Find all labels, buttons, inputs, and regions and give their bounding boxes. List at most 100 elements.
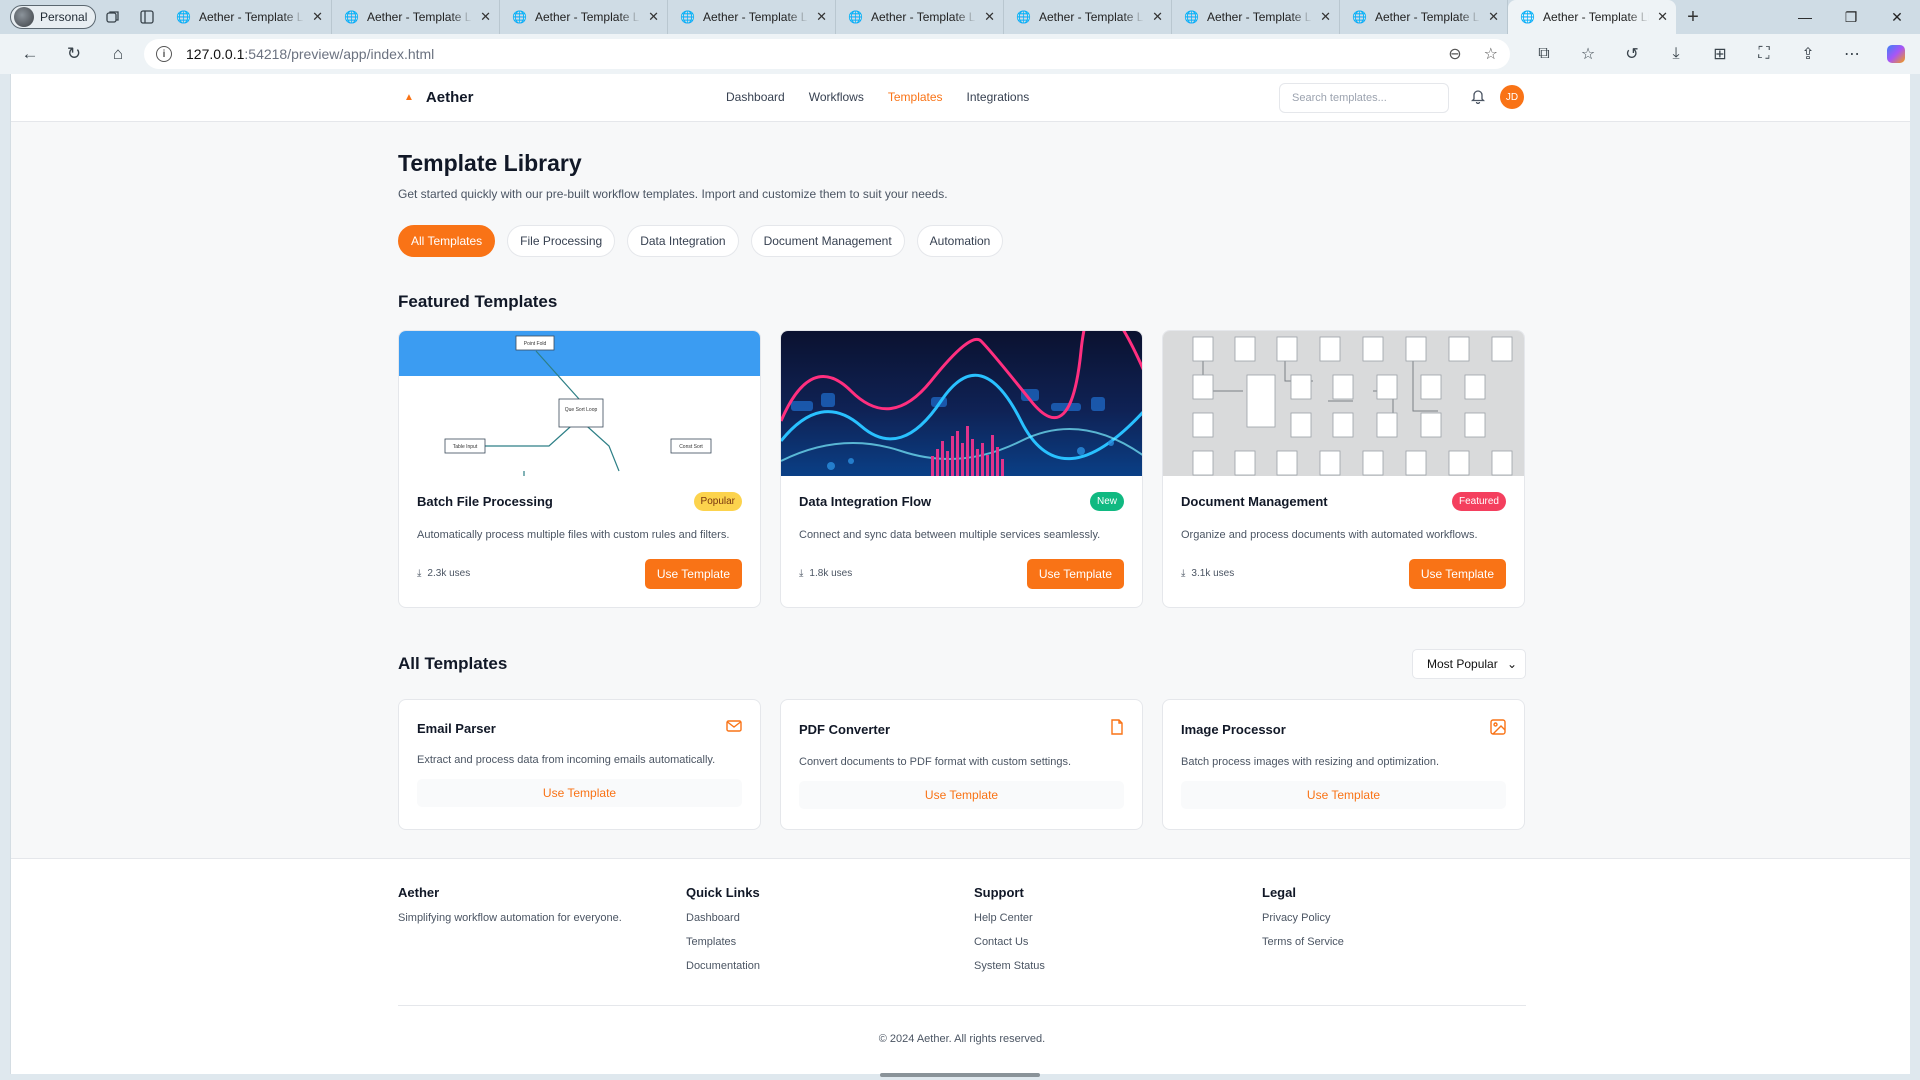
featured-card[interactable]: Document Management Featured Organize an… <box>1162 330 1525 608</box>
browser-tab[interactable]: 🌐 Aether - Template Library ✕ <box>1340 0 1508 34</box>
profile-button[interactable]: Personal <box>10 5 96 29</box>
extensions-icon[interactable]: ⧉ <box>1522 45 1566 63</box>
avatar[interactable]: JD <box>1500 85 1524 109</box>
globe-icon: 🌐 <box>1184 10 1199 24</box>
browser-tab[interactable]: 🌐 Aether - Template Library ✕ <box>1004 0 1172 34</box>
share-icon[interactable]: ⇪ <box>1786 44 1830 64</box>
card-title: Email Parser <box>417 720 496 736</box>
use-template-button[interactable]: Use Template <box>1408 558 1506 589</box>
workspaces-icon[interactable] <box>96 0 130 34</box>
filter-file-processing[interactable]: File Processing <box>507 225 616 257</box>
featured-card[interactable]: Data Integration Flow New Connect and sy… <box>780 330 1143 608</box>
card-title: Document Management <box>1181 494 1328 509</box>
filter-all-templates[interactable]: All Templates <box>398 225 496 257</box>
home-icon[interactable]: ⌂ <box>96 34 140 74</box>
filter-data-integration[interactable]: Data Integration <box>627 225 739 257</box>
footer-link-privacy[interactable]: Privacy Policy <box>1262 912 1550 924</box>
close-tab-icon[interactable]: ✕ <box>816 9 827 25</box>
sort-select[interactable]: Most Popular ⌄ <box>1412 648 1526 679</box>
downloads-icon[interactable]: ⤓ <box>1654 45 1698 63</box>
close-tab-icon[interactable]: ✕ <box>480 9 491 25</box>
filter-document-management[interactable]: Document Management <box>750 225 905 257</box>
footer-divider <box>398 1005 1526 1006</box>
reload-icon[interactable]: ↻ <box>52 34 96 74</box>
footer-link-help-center[interactable]: Help Center <box>974 912 1262 924</box>
site-info-icon[interactable]: i <box>156 46 172 62</box>
filter-automation[interactable]: Automation <box>916 225 1004 257</box>
app-header: ▲ Aether Dashboard Workflows Templates I… <box>11 74 1910 122</box>
browser-tab[interactable]: 🌐 Aether - Template Library ✕ <box>668 0 836 34</box>
close-tab-icon[interactable]: ✕ <box>648 9 659 25</box>
browser-tab[interactable]: 🌐 Aether - Template Library ✕ <box>332 0 500 34</box>
favorites-icon[interactable]: ☆ <box>1566 44 1610 64</box>
tab-title: Aether - Template Library <box>702 10 808 24</box>
brand[interactable]: ▲ Aether <box>404 89 473 106</box>
more-icon[interactable]: ⋯ <box>1830 44 1874 64</box>
page-title: Template Library <box>398 150 582 176</box>
maximize-icon[interactable]: ❐ <box>1828 9 1874 26</box>
tab-actions-icon[interactable] <box>130 0 164 34</box>
apps-icon[interactable]: ⊞ <box>1698 44 1742 64</box>
use-template-link[interactable]: Use Template <box>1181 781 1506 810</box>
close-tab-icon[interactable]: ✕ <box>1152 9 1163 25</box>
horizontal-scrollbar[interactable] <box>880 1073 1040 1077</box>
nav-integrations[interactable]: Integrations <box>967 90 1030 104</box>
close-window-icon[interactable]: ✕ <box>1874 9 1920 26</box>
close-tab-icon[interactable]: ✕ <box>984 9 995 25</box>
close-tab-icon[interactable]: ✕ <box>1488 9 1499 25</box>
browser-tab-bar: Personal 🌐 Aether - Template Library ✕ 🌐 Ae… <box>0 0 1920 34</box>
footer-link-templates[interactable]: Templates <box>686 936 974 948</box>
screenshot-icon[interactable]: ⛶ <box>1742 45 1786 63</box>
back-icon[interactable]: ← <box>8 34 52 74</box>
use-template-button[interactable]: Use Template <box>644 558 742 589</box>
nav-templates[interactable]: Templates <box>888 90 943 104</box>
card-description: Convert documents to PDF format with cus… <box>799 755 1072 768</box>
download-icon: ⤓ <box>417 568 422 580</box>
copilot-icon[interactable] <box>1874 45 1918 63</box>
footer-link-terms[interactable]: Terms of Service <box>1262 936 1550 948</box>
address-bar[interactable]: i 127.0.0.1:54218/preview/app/index.html… <box>144 39 1510 69</box>
card-title: Image Processor <box>1181 721 1286 737</box>
card-description: Automatically process multiple files wit… <box>417 529 730 541</box>
browser-tab-active[interactable]: 🌐 Aether - Template Library ✕ <box>1508 0 1676 34</box>
footer-link-documentation[interactable]: Documentation <box>686 960 974 972</box>
use-template-button[interactable]: Use Template <box>1026 558 1124 589</box>
favorite-star-icon[interactable]: ☆ <box>1484 44 1498 64</box>
minimize-icon[interactable]: — <box>1782 9 1828 26</box>
card-description: Connect and sync data between multiple s… <box>799 529 1101 541</box>
card-description: Organize and process documents with auto… <box>1181 529 1478 541</box>
tab-title: Aether - Template Library <box>1038 10 1144 24</box>
close-tab-icon[interactable]: ✕ <box>312 9 323 25</box>
globe-icon: 🌐 <box>1352 10 1367 24</box>
image-icon <box>1490 718 1506 740</box>
featured-heading: Featured Templates <box>398 292 558 311</box>
browser-tab[interactable]: 🌐 Aether - Template Library ✕ <box>1172 0 1340 34</box>
template-card[interactable]: Email Parser Extract and process data fr… <box>398 698 761 830</box>
bell-icon[interactable] <box>1470 88 1486 109</box>
template-card[interactable]: PDF Converter Convert documents to PDF f… <box>780 698 1143 830</box>
browser-tab[interactable]: 🌐 Aether - Template Library ✕ <box>836 0 1004 34</box>
zoom-icon[interactable]: ⊖ <box>1448 44 1461 64</box>
close-tab-icon[interactable]: ✕ <box>1657 9 1668 25</box>
browser-tab[interactable]: 🌐 Aether - Template Library ✕ <box>500 0 668 34</box>
use-template-link[interactable]: Use Template <box>799 781 1124 810</box>
footer-link-dashboard[interactable]: Dashboard <box>686 912 974 924</box>
tab-title: Aether - Template Library <box>534 10 640 24</box>
nav-dashboard[interactable]: Dashboard <box>726 90 785 104</box>
use-template-link[interactable]: Use Template <box>417 779 742 808</box>
footer-link-contact-us[interactable]: Contact Us <box>974 936 1262 948</box>
usage-count: ⤓ 1.8k uses <box>799 568 853 580</box>
history-icon[interactable]: ↺ <box>1610 44 1654 64</box>
globe-icon: 🌐 <box>1520 10 1535 24</box>
nav-workflows[interactable]: Workflows <box>809 90 864 104</box>
featured-card[interactable]: Point Fold Que Sort Loop Table Input Con… <box>398 330 761 608</box>
footer-support: Support Help Center Contact Us System St… <box>974 885 1262 972</box>
template-card[interactable]: Image Processor Batch process images wit… <box>1162 698 1525 830</box>
close-tab-icon[interactable]: ✕ <box>1320 9 1331 25</box>
new-tab-button[interactable]: + <box>1676 6 1710 29</box>
all-templates-grid: Email Parser Extract and process data fr… <box>398 698 1526 830</box>
footer-link-system-status[interactable]: System Status <box>974 960 1262 972</box>
browser-tab[interactable]: 🌐 Aether - Template Library ✕ <box>164 0 332 34</box>
search-input[interactable]: Search templates... <box>1279 83 1449 113</box>
data-dashboard-thumbnail <box>781 331 1142 476</box>
